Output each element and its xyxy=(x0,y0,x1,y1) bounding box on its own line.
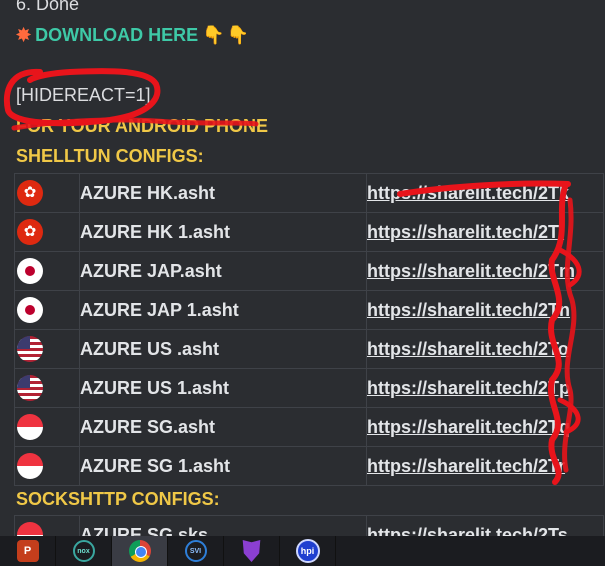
flag-cell xyxy=(14,446,80,486)
android-heading: FOR YOUR ANDROID PHONE xyxy=(16,116,269,136)
sockshttp-heading: SOCKSHTTP CONFIGS: xyxy=(16,489,220,509)
config-row: AZURE JAP.asht https://sharelit.tech/2Tm xyxy=(14,251,604,291)
config-row: AZURE US 1.asht https://sharelit.tech/2Tp xyxy=(14,368,604,408)
taskbar-powerpoint-button[interactable]: P xyxy=(0,536,56,566)
flag-cell xyxy=(14,173,80,213)
hpi-icon: hpi xyxy=(295,539,320,563)
config-name: AZURE JAP.asht xyxy=(79,251,367,291)
config-download-link[interactable]: https://sharelit.tech/2Tr xyxy=(366,446,604,486)
config-name: AZURE HK.asht xyxy=(79,173,367,213)
flag-cell xyxy=(14,251,80,291)
fox-icon xyxy=(242,540,261,562)
shelltun-config-table: AZURE HK.ashthttps://sharelit.tech/2TkAZ… xyxy=(14,173,604,486)
usa-flag-icon xyxy=(17,375,43,401)
taskbar-fox-button[interactable] xyxy=(224,536,280,566)
shelltun-heading: SHELLTUN CONFIGS: xyxy=(16,146,204,166)
taskbar-chrome-button[interactable] xyxy=(112,536,168,566)
config-download-link[interactable]: https://sharelit.tech/2Tk xyxy=(366,173,604,213)
taskbar-hpi-button[interactable]: hpi xyxy=(280,536,336,566)
config-name: AZURE US .asht xyxy=(79,329,367,369)
sparkle-icon: ✸ xyxy=(16,25,32,45)
flag-cell xyxy=(14,368,80,408)
nox-icon: nox xyxy=(72,540,95,562)
config-download-link[interactable]: https://sharelit.tech/2Tp xyxy=(366,368,604,408)
pointing-down-hand-icon: 👇👇 xyxy=(202,25,251,45)
flag-cell xyxy=(14,407,80,447)
taskbar: Pnox SVI hpi xyxy=(0,536,605,566)
taskbar-nox-button[interactable]: nox xyxy=(56,536,112,566)
chrome-icon xyxy=(128,540,151,562)
config-download-link[interactable]: https://sharelit.tech/2To xyxy=(366,329,604,369)
config-row: AZURE HK.ashthttps://sharelit.tech/2Tk xyxy=(14,173,604,213)
japan-flag-icon xyxy=(17,258,43,284)
config-name: AZURE HK 1.asht xyxy=(79,212,367,252)
config-name: AZURE SG 1.asht xyxy=(79,446,367,486)
step-done-text: 6. Done xyxy=(16,0,80,14)
hong-kong-flag-icon xyxy=(17,180,43,206)
japan-flag-icon xyxy=(17,297,43,323)
taskbar-vpn-button[interactable]: SVI xyxy=(168,536,224,566)
hong-kong-flag-icon xyxy=(17,219,43,245)
singapore-flag-icon xyxy=(17,453,43,479)
config-download-link[interactable]: https://sharelit.tech/2Tq xyxy=(366,407,604,447)
flag-cell xyxy=(14,290,80,330)
config-name: AZURE JAP 1.asht xyxy=(79,290,367,330)
flag-cell xyxy=(14,329,80,369)
config-row: AZURE HK 1.ashthttps://sharelit.tech/2Tl xyxy=(14,212,604,252)
config-row: AZURE SG.asht https://sharelit.tech/2Tq xyxy=(14,407,604,447)
download-label: DOWNLOAD HERE xyxy=(35,25,199,45)
hidereact-tag: [HIDEREACT=1] xyxy=(16,85,151,105)
config-download-link[interactable]: https://sharelit.tech/2Tl xyxy=(366,212,604,252)
config-name: AZURE US 1.asht xyxy=(79,368,367,408)
singapore-flag-icon xyxy=(17,414,43,440)
config-row: AZURE SG 1.asht https://sharelit.tech/2Tr xyxy=(14,446,604,486)
config-download-link[interactable]: https://sharelit.tech/2Tn xyxy=(366,290,604,330)
flag-cell xyxy=(14,212,80,252)
config-row: AZURE US .asht https://sharelit.tech/2To xyxy=(14,329,604,369)
vpn-icon: SVI xyxy=(184,540,207,562)
powerpoint-icon: P xyxy=(16,540,39,562)
config-row: AZURE JAP 1.asht https://sharelit.tech/2T… xyxy=(14,290,604,330)
download-link[interactable]: ✸ DOWNLOAD HERE 👇👇 xyxy=(16,25,251,46)
usa-flag-icon xyxy=(17,336,43,362)
config-download-link[interactable]: https://sharelit.tech/2Tm xyxy=(366,251,604,291)
config-name: AZURE SG.asht xyxy=(79,407,367,447)
